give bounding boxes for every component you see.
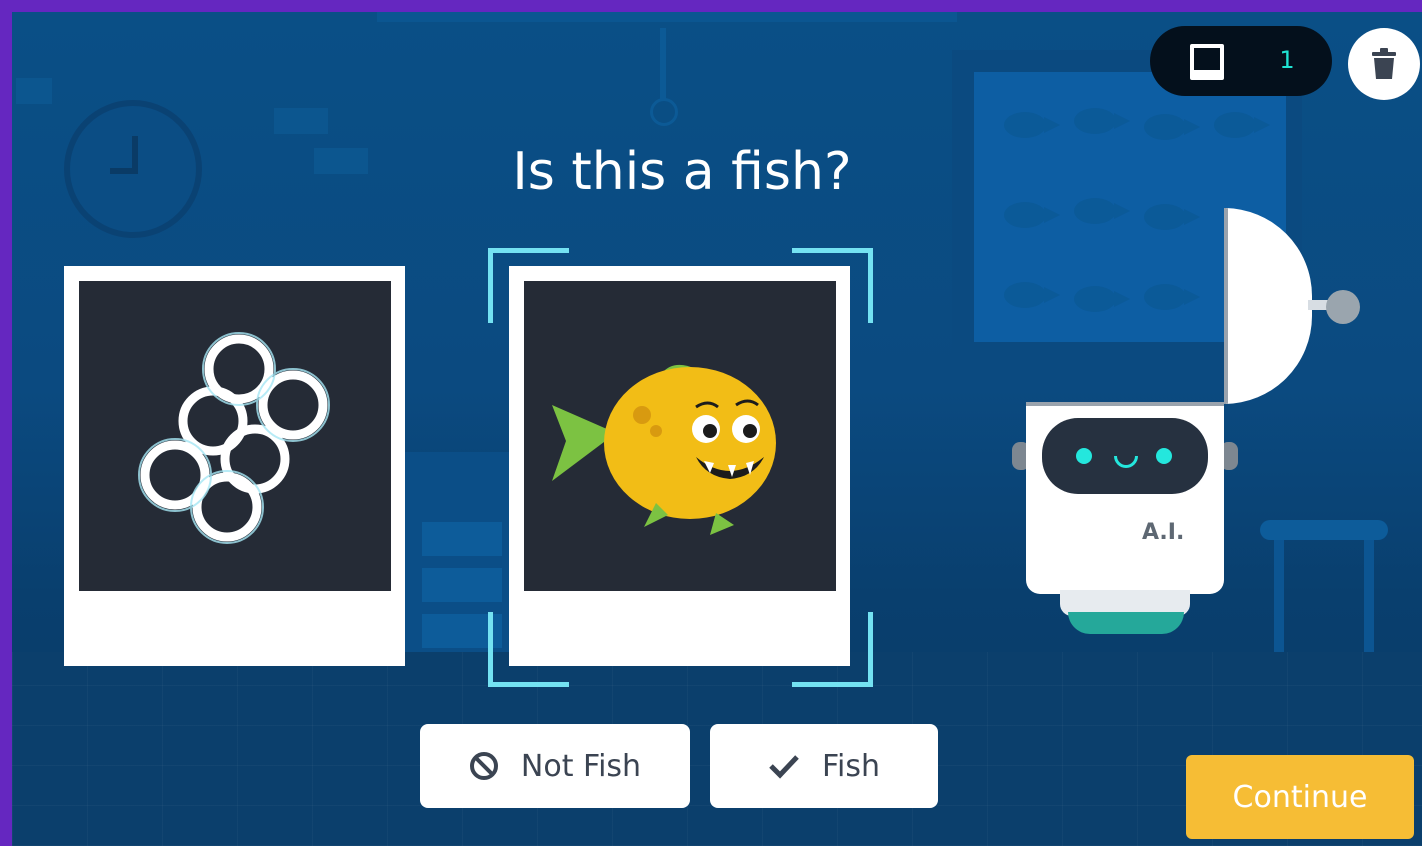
ceiling-bar xyxy=(377,12,957,22)
trash-button[interactable] xyxy=(1348,28,1420,100)
robot-wheel xyxy=(1068,612,1184,634)
yellow-fish-image xyxy=(552,364,776,535)
counter-value: 1 xyxy=(1279,46,1295,74)
lamp-rod xyxy=(660,28,666,100)
robot-mouth xyxy=(1114,456,1138,468)
rings-shape-image xyxy=(138,332,330,544)
clock-hand-hour xyxy=(132,136,138,172)
wall-brick xyxy=(16,78,52,104)
wall-brick xyxy=(314,148,368,174)
desk-drawer xyxy=(422,568,502,602)
app-frame: 1 Is this a fish? Not Fish Fish A.I. Con… xyxy=(0,0,1422,846)
checkmark-icon xyxy=(768,753,800,779)
robot-knob xyxy=(1326,290,1360,324)
wall-clock xyxy=(64,100,202,238)
robot-eye xyxy=(1076,448,1092,464)
wall-brick xyxy=(274,108,328,134)
question-heading: Is this a fish? xyxy=(512,142,852,202)
desk-drawer xyxy=(422,522,502,556)
clock-hand-minute xyxy=(110,168,138,174)
robot-knob-stem xyxy=(1308,300,1328,310)
robot-label: A.I. xyxy=(1142,520,1185,545)
not-fish-button[interactable]: Not Fish xyxy=(420,724,690,808)
card-image-area xyxy=(79,281,391,591)
robot-lid xyxy=(1224,208,1312,404)
ai-robot: A.I. xyxy=(1012,208,1372,648)
poster-fish-silhouette xyxy=(1004,112,1060,138)
lamp-ring xyxy=(650,98,678,126)
robot-face-screen xyxy=(1042,418,1208,494)
poster-fish-silhouette xyxy=(1074,108,1130,134)
image-card-current xyxy=(509,266,850,666)
photo-frame-icon xyxy=(1190,44,1224,80)
fish-label: Fish xyxy=(821,748,881,784)
robot-eye xyxy=(1156,448,1172,464)
trash-icon xyxy=(1372,48,1396,79)
not-fish-label: Not Fish xyxy=(520,748,642,784)
lab-scene: 1 Is this a fish? Not Fish Fish A.I. Con… xyxy=(12,12,1422,846)
poster-fish-silhouette xyxy=(1214,112,1270,138)
image-card-previous xyxy=(64,266,405,666)
continue-button[interactable]: Continue xyxy=(1186,755,1414,839)
prohibited-icon xyxy=(469,751,499,781)
fish-button[interactable]: Fish xyxy=(710,724,938,808)
card-image-area xyxy=(524,281,836,591)
poster-fish-silhouette xyxy=(1144,114,1200,140)
image-counter: 1 xyxy=(1150,26,1332,96)
